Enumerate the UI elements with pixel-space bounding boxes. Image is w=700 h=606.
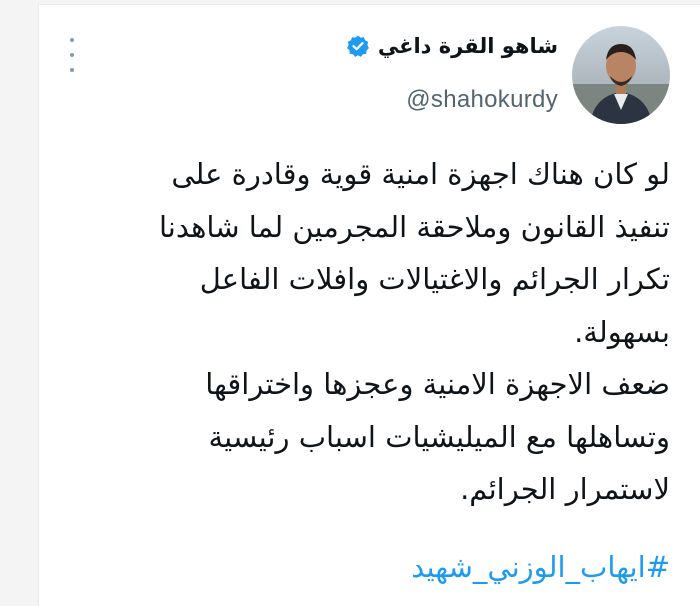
author-display-name[interactable]: شاهو القرة داغي (378, 34, 558, 58)
menu-dot (70, 53, 74, 57)
tweet-line: لاستمرار الجرائم. (460, 472, 670, 506)
menu-dot (70, 38, 74, 42)
author-name-row[interactable]: شاهو القرة داغي (346, 34, 558, 58)
tweet-line: تكرار الجرائم والاغتيالات وافلات الفاعل (199, 262, 670, 296)
avatar-photo-icon (572, 26, 670, 124)
avatar[interactable] (572, 26, 670, 124)
tweet-line: ضعف الاجهزة الامنية وعجزها واختراقها (205, 367, 670, 401)
tweet-line: بسهولة. (574, 314, 670, 349)
menu-dot (70, 68, 74, 72)
hashtag-link[interactable]: #ايهاب_الوزني_شهيد (411, 550, 670, 584)
tweet-line: لو كان هناك اجهزة امنية قوية وقادرة على (171, 157, 670, 191)
author-handle[interactable]: @shahokurdy (406, 86, 558, 114)
tweet-body: لو كان هناك اجهزة امنية قوية وقادرة على … (70, 148, 670, 516)
verified-badge-icon (346, 35, 369, 57)
tweet-line: تنفيذ القانون وملاحقة المجرمين لما شاهدن… (158, 209, 670, 244)
more-options-icon[interactable] (67, 38, 77, 72)
tweet-line: وتساهلها مع الميليشيات اسباب رئيسية (208, 419, 670, 454)
